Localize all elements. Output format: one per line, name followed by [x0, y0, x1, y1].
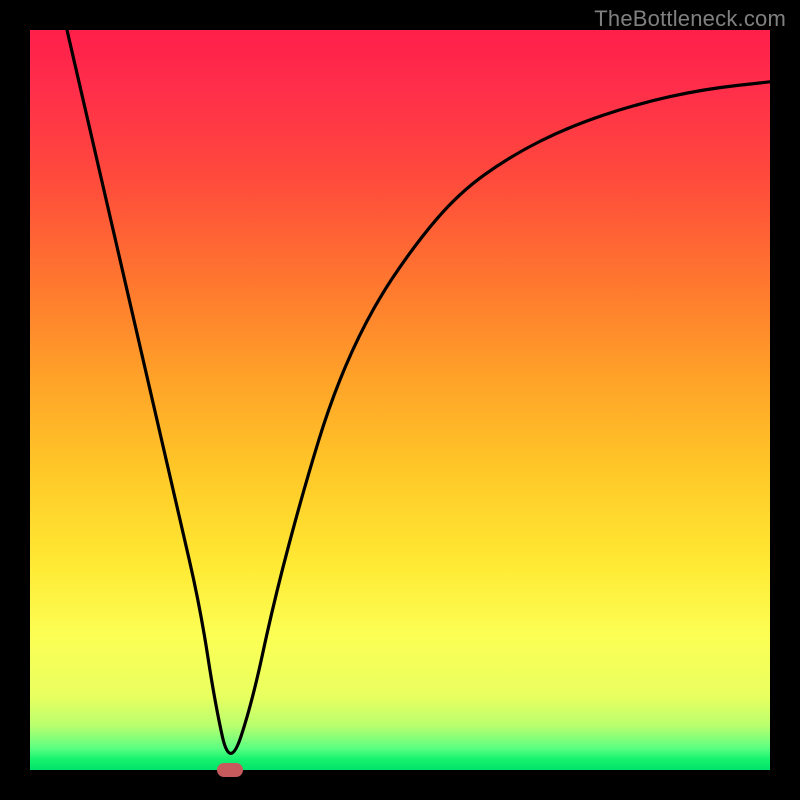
optimum-marker	[217, 763, 243, 777]
watermark-text: TheBottleneck.com	[594, 6, 786, 32]
plot-area	[30, 30, 770, 770]
curve-svg	[30, 30, 770, 770]
chart-frame: TheBottleneck.com	[0, 0, 800, 800]
bottleneck-curve	[67, 30, 770, 753]
